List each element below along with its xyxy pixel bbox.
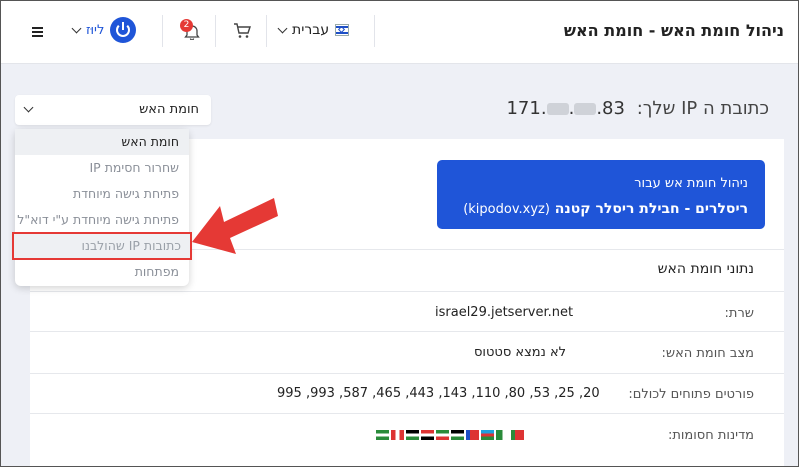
divider <box>162 15 163 47</box>
menu-item-firewall[interactable]: חומת האש <box>15 129 189 155</box>
flag-icon <box>391 430 404 440</box>
flag-icon <box>451 430 464 440</box>
firewall-section-menu: חומת האש שחרור חסימת IP פתיחת גישה מיוחד… <box>12 129 192 286</box>
flag-icon <box>376 430 389 440</box>
menu-item-keys[interactable]: מפתחות <box>15 259 189 285</box>
hamburger-icon[interactable] <box>32 27 43 39</box>
divider <box>215 15 216 47</box>
server-label: שרת: <box>724 306 754 321</box>
brand-name: ליוּז <box>86 22 105 38</box>
account-menu[interactable]: ליוּז <box>71 17 137 43</box>
flag-icon <box>481 430 494 440</box>
chevron-down-icon <box>71 23 82 34</box>
power-logo-icon <box>110 17 137 43</box>
page-title: ניהול חומת האש - חומת האש <box>563 21 784 40</box>
flag-icon <box>406 430 419 440</box>
cart-button[interactable] <box>233 23 251 43</box>
red-arrow-annotation <box>192 198 278 254</box>
section-title: נתוני חומת האש <box>657 261 754 277</box>
menu-item-special-access-email[interactable]: פתיחת גישה מיוחדת ע"י דוא"ל <box>15 207 189 233</box>
divider <box>30 291 784 292</box>
banner-line-2: ריסלרים - חבילת ריסלר קטנה (kipodov.xyz) <box>463 201 748 217</box>
flag-icon <box>511 430 524 440</box>
ip-label: כתובת ה IP שלך: <box>636 98 769 119</box>
ip-value: 83...171 <box>506 98 625 119</box>
server-value: israel29.jetserver.net <box>435 305 574 320</box>
language-label: עברית <box>292 22 330 38</box>
divider <box>374 15 375 47</box>
divider <box>266 15 267 47</box>
menu-item-special-access[interactable]: פתיחת גישה מיוחדת <box>15 181 189 207</box>
chevron-down-icon <box>277 23 288 34</box>
divider <box>30 413 784 414</box>
cart-icon <box>234 23 251 38</box>
blocked-countries-flags <box>376 430 524 440</box>
divider <box>30 331 784 332</box>
banner-domain: (kipodov.xyz) <box>463 202 550 217</box>
flag-icon <box>436 430 449 440</box>
banner-line-1: ניהול חומת אש עבור <box>634 176 748 191</box>
menu-item-unblock-ip[interactable]: שחרור חסימת IP <box>15 155 189 181</box>
open-ports-value: 20, 25, 53, 80, 110, 143, 443, 465, 587,… <box>277 386 600 401</box>
blocked-countries-label: מדינות חסומות: <box>667 428 754 443</box>
flag-icon <box>496 430 509 440</box>
open-ports-label: פורטים פתוחים לכולם: <box>628 387 754 402</box>
top-bar: ניהול חומת האש - חומת האש עברית 2 ליוּז <box>1 1 798 64</box>
select-value: חומת האש <box>139 102 199 117</box>
ip-address-line: כתובת ה IP שלך: 83...171 <box>506 98 769 119</box>
divider <box>30 373 784 374</box>
firewall-status-value: לא נמצא סטטוס <box>474 345 567 360</box>
language-selector[interactable]: עברית <box>277 22 350 38</box>
notification-badge: 2 <box>180 19 193 32</box>
notifications-button[interactable]: 2 <box>180 19 201 44</box>
menu-item-whitelisted-ips[interactable]: כתובות IP שהולבנו <box>12 232 192 260</box>
firewall-status-label: מצב חומת האש: <box>661 346 754 361</box>
flag-icon <box>466 430 479 440</box>
flag-icon <box>421 430 434 440</box>
israel-flag-icon <box>335 24 350 36</box>
firewall-section-select[interactable]: חומת האש <box>15 95 211 125</box>
reseller-banner: ניהול חומת אש עבור ריסלרים - חבילת ריסלר… <box>437 160 765 229</box>
chevron-down-icon <box>23 102 34 113</box>
